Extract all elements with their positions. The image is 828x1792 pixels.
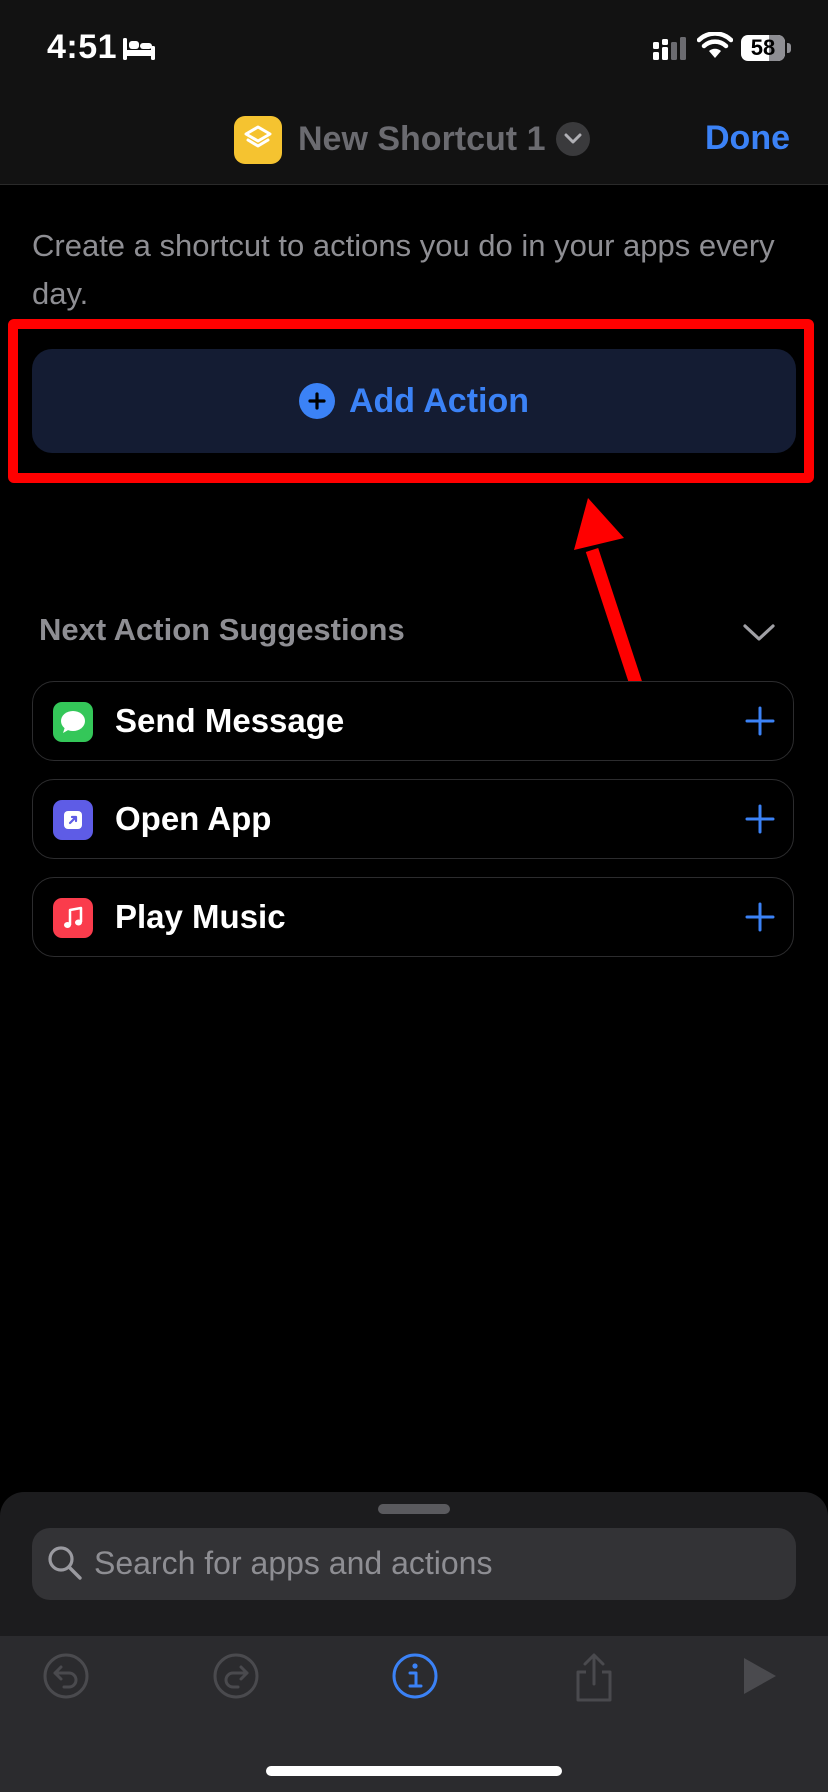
- home-indicator[interactable]: [266, 1766, 562, 1776]
- annotation-arrow: [574, 498, 645, 693]
- chevron-down-icon[interactable]: [742, 622, 776, 644]
- action-search-sheet: Search for apps and actions: [0, 1492, 828, 1792]
- done-button[interactable]: Done: [705, 119, 790, 158]
- shortcut-title[interactable]: New Shortcut 1: [298, 120, 545, 159]
- suggestions-title: Next Action Suggestions: [39, 612, 405, 647]
- status-time: 4:51: [47, 28, 118, 66]
- search-icon: [48, 1546, 82, 1580]
- music-icon: [53, 898, 93, 938]
- suggestion-play-music[interactable]: Play Music: [32, 877, 794, 957]
- suggestion-label: Play Music: [115, 898, 286, 935]
- nav-bar: New Shortcut 1 Done: [0, 100, 828, 185]
- battery-indicator: 58: [741, 35, 785, 61]
- title-menu-chevron[interactable]: [556, 122, 590, 156]
- add-icon[interactable]: [745, 706, 775, 736]
- bed-icon: [123, 38, 155, 60]
- undo-icon[interactable]: [42, 1652, 90, 1700]
- suggestion-send-message[interactable]: Send Message: [32, 681, 794, 761]
- sheet-grabber-handle[interactable]: [378, 1504, 450, 1514]
- suggestion-label: Open App: [115, 800, 272, 837]
- status-bar: 4:51 58: [0, 0, 828, 100]
- shortcuts-layers-icon: [244, 125, 272, 148]
- shortcut-app-icon[interactable]: [234, 116, 282, 164]
- intro-text: Create a shortcut to actions you do in y…: [32, 228, 775, 311]
- open-app-icon: [53, 800, 93, 840]
- cellular-signal-icon: [653, 37, 686, 60]
- play-icon[interactable]: [740, 1652, 780, 1700]
- highlight-annotation-box: [8, 319, 814, 483]
- messages-icon: [53, 702, 93, 742]
- share-icon[interactable]: [570, 1652, 618, 1704]
- suggestion-open-app[interactable]: Open App: [32, 779, 794, 859]
- redo-icon[interactable]: [212, 1652, 260, 1700]
- chevron-down-icon: [564, 133, 582, 144]
- suggestion-label: Send Message: [115, 702, 345, 739]
- add-icon[interactable]: [745, 804, 775, 834]
- add-icon[interactable]: [745, 902, 775, 932]
- info-icon[interactable]: [391, 1652, 439, 1700]
- battery-tip: [787, 43, 791, 53]
- search-input[interactable]: Search for apps and actions: [32, 1528, 796, 1600]
- search-placeholder: Search for apps and actions: [94, 1545, 493, 1581]
- wifi-icon: [697, 32, 733, 58]
